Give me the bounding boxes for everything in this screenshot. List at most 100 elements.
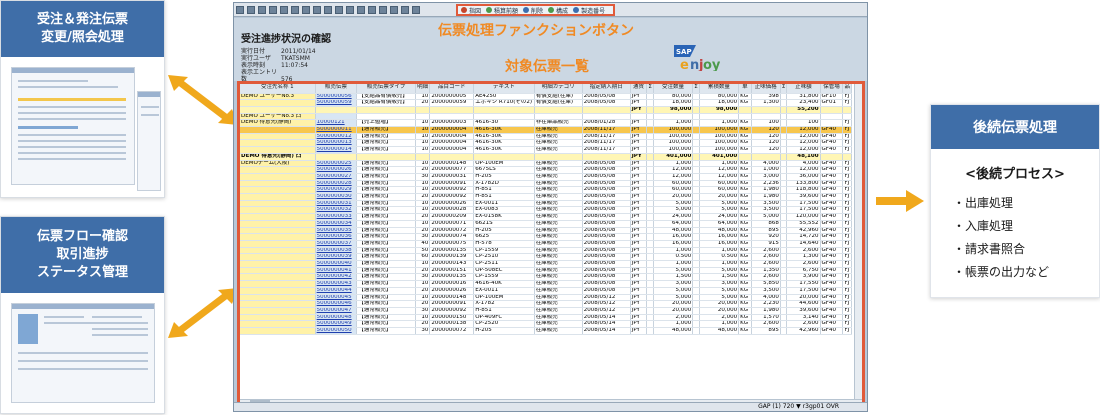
document-link[interactable]: 5000000026 [315,166,358,174]
document-link[interactable]: 5000000047 [315,307,358,315]
column-header[interactable]: 受注数量 [653,84,694,94]
column-header[interactable]: 販売伝票 [315,84,358,94]
column-header[interactable]: 単 [738,84,752,94]
toolbar-icon[interactable] [324,5,332,14]
document-link[interactable] [315,106,358,114]
table-row[interactable]: 5000000012 【通常販売】 10 2000000004 4616-30K 在庫販売… [240,133,852,141]
function-button[interactable]: 積算前額 [486,6,518,15]
column-header[interactable]: テキスト [473,84,535,94]
document-link[interactable]: 5000000037 [315,240,358,248]
vertical-scrollbar[interactable] [854,84,862,406]
document-link[interactable]: 5000000050 [315,327,358,335]
column-header[interactable]: 保管場 [820,84,844,94]
toolbar-icon[interactable] [258,5,266,14]
document-link[interactable]: 5000000012 [315,133,358,141]
document-link[interactable]: 5000000059 [315,99,358,107]
document-link[interactable]: 5000000056 [315,93,358,101]
document-link[interactable]: 5000000039 [315,253,358,262]
toolbar-icon[interactable] [346,5,354,14]
document-link[interactable]: 5000000038 [315,247,358,255]
table-row[interactable]: 5000000040 【通常販売】 10 2000000143 CP-2511 在庫販売 2… [240,260,852,268]
column-header[interactable]: 正味額 [786,84,821,94]
table-row[interactable]: DEMO ユーザーNo.3 凸 [240,113,852,121]
column-header[interactable]: 累積数量 [699,84,740,94]
subtotal-row[interactable]: DEMO 得意先(静岡) 凸 JPY 401,000 401,000 48,100 [240,153,852,161]
table-row[interactable]: DEMO 得意先(静岡) 10000121 【売上値増】 10 2000000003 46… [240,119,852,127]
toolbar-icon[interactable] [401,5,409,14]
table-row[interactable]: 5000000050 【通常販売】 30 2000000072 H-205 在庫販売 200… [240,327,852,335]
table-row[interactable]: 5000000038 【通常販売】 50 2000000135 CP-1559 在庫販売 2… [240,247,852,255]
document-link[interactable]: 5000000048 [315,314,358,322]
document-link[interactable]: 5000000049 [315,320,358,329]
function-button[interactable]: 製造番号 [573,6,605,15]
document-link[interactable]: 5000000013 [315,139,358,148]
table-row[interactable]: 5000000049 【通常販売】 20 2000000138 CP-2520 在庫販売 2… [240,320,852,329]
function-button[interactable]: 削除 [523,6,543,15]
column-header[interactable]: 明細 [415,84,431,94]
toolbar-icon[interactable] [302,5,310,14]
table-row[interactable]: 5000000031 【通常販売】 10 2000000026 EX-0011 在庫販売 2… [240,200,852,208]
document-link[interactable]: 5000000014 [315,146,358,154]
table-row[interactable]: 5000000044 【通常販売】 20 2000000026 EX-0011 在庫販売 2… [240,287,852,295]
document-link[interactable]: 5000000042 [315,273,358,282]
toolbar-icon[interactable] [368,5,376,14]
table-row[interactable]: 5000000047 【通常販売】 30 2000000092 H-851 在庫販売 200… [240,307,852,315]
table-row[interactable]: 5000000037 【通常販売】 40 2000000075 H-578 在庫販売 200… [240,240,852,248]
column-header[interactable]: 品 [842,84,852,94]
table-row[interactable]: 5000000032 【通常販売】 10 2000000028 EX-0083 在庫販売 2… [240,206,852,215]
document-link[interactable]: 5000000032 [315,206,358,215]
document-link[interactable] [315,153,358,161]
document-link[interactable]: 10000121 [315,119,358,127]
document-link[interactable]: 5000000025 [315,160,358,168]
table-row[interactable]: 5000000039 【通常販売】 60 2000000139 CP-2510 在庫販売 2… [240,253,852,262]
document-link[interactable] [315,113,358,121]
column-header[interactable]: 正味価格 [751,84,781,94]
table-row[interactable]: 5000000036 【通常販売】 30 2000000074 6625 在庫販売 2008… [240,233,852,241]
document-link[interactable]: 5000000045 [315,294,358,302]
table-row[interactable]: DEMOデーム(大阪) 5000000025 【通常販売】 10 2000000148 O… [240,160,852,168]
table-row[interactable]: 5000000027 【通常販売】 30 2000000031 H-205 在庫販売 200… [240,173,852,181]
table-row[interactable]: 5000000042 【通常販売】 30 2000000135 CP-1559 在庫販売 2… [240,273,852,282]
toolbar-icon[interactable] [313,5,321,14]
column-header[interactable]: 指定納入期日 [582,84,631,94]
table-row[interactable]: 5000000030 【通常販売】 20 2000000092 H-851 在庫販売 200… [240,193,852,201]
toolbar-icon[interactable] [291,5,299,14]
table-row[interactable]: DEMO ユーザーNo.3 5000000056 【支給品有償販売】 10 200000… [240,93,852,101]
function-button[interactable]: 構成 [548,6,568,15]
column-header[interactable]: 明細カテゴリ [534,84,583,94]
document-link[interactable]: 5000000030 [315,193,358,201]
table-row[interactable]: 5000000013 【通常販売】 10 2000000004 4616-30K 在庫販売… [240,139,852,148]
table-row[interactable]: 5000000034 【通常販売】 10 2000000071 6621S 在庫販売 200… [240,220,852,228]
table-row[interactable]: 5000000011 【通常販売】 10 2000000004 4616-30K 在庫販売… [240,126,852,134]
document-link[interactable]: 5000000046 [315,300,358,308]
table-row[interactable]: 5000000029 【通常販売】 10 2000000092 H-851 在庫販売 200… [240,186,852,195]
table-row[interactable]: 5000000035 【通常販売】 20 2000000072 H-205 在庫販売 200… [240,227,852,235]
function-button[interactable]: 指図 [461,6,481,15]
table-row[interactable]: 5000000026 【通常販売】 20 2000000077 6675LS 在庫販売 20… [240,166,852,174]
document-link[interactable]: 5000000035 [315,227,358,235]
table-row[interactable]: 5000000046 【通常販売】 20 2000000091 X-1782 在庫販売 20… [240,300,852,308]
table-row[interactable]: 5000000041 【通常販売】 20 2000000151 OP-508EC 在庫販売… [240,267,852,275]
toolbar-icon[interactable] [390,5,398,14]
table-row[interactable]: 5000000059 【支給品有償販売】 20 2000000059 エポキシ R710… [240,99,852,107]
document-link[interactable]: 5000000027 [315,173,358,181]
document-link[interactable]: 5000000034 [315,220,358,228]
toolbar-icon[interactable] [412,5,420,14]
column-header[interactable]: 受注先名称 1 [240,84,316,94]
table-row[interactable]: 5000000028 【通常販売】 10 2000000091 X-1782D 在庫販売 2… [240,180,852,188]
document-link[interactable]: 5000000031 [315,200,358,208]
document-link[interactable]: 5000000028 [315,180,358,188]
toolbar-icon[interactable] [236,5,244,14]
toolbar-icon[interactable] [335,5,343,14]
toolbar-icon[interactable] [247,5,255,14]
column-header[interactable]: 販売伝票タイプ [356,84,416,94]
table-row[interactable]: 5000000033 【通常販売】 20 2000000209 EX-0158K 在庫販売… [240,213,852,221]
document-link[interactable]: 5000000041 [315,267,358,275]
document-link[interactable]: 5000000033 [315,213,358,221]
document-link[interactable]: 5000000029 [315,186,358,195]
toolbar-icon[interactable] [269,5,277,14]
toolbar-icon[interactable] [280,5,288,14]
column-header[interactable]: 品目コード [429,84,475,94]
document-link[interactable]: 5000000011 [315,126,358,134]
document-link[interactable]: 5000000043 [315,280,358,288]
